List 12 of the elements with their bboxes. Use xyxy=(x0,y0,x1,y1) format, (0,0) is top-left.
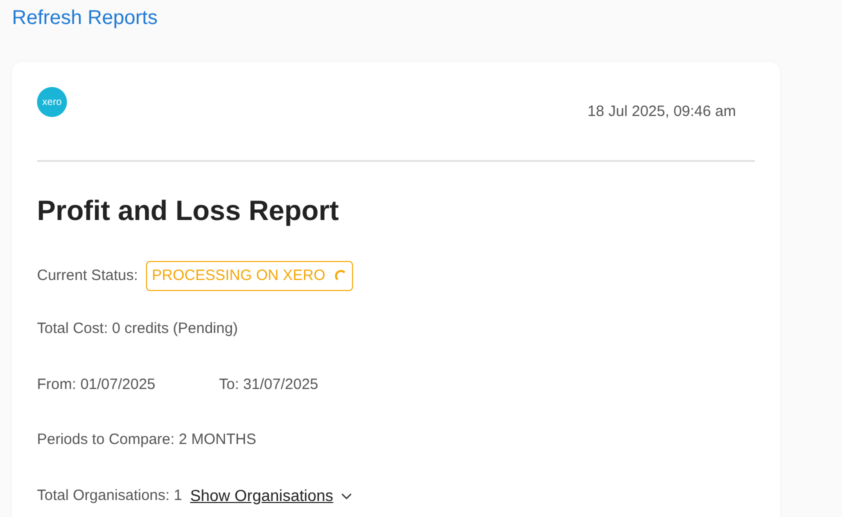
status-badge: PROCESSING ON XERO xyxy=(146,260,354,291)
timestamp: 18 Jul 2025, 09:46 am xyxy=(588,102,736,122)
total-cost-text: Total Cost: 0 credits (Pending) xyxy=(37,319,239,339)
report-title: Profit and Loss Report xyxy=(37,194,340,228)
periods-text: Periods to Compare: 2 MONTHS xyxy=(37,430,258,450)
status-label: Current Status: xyxy=(37,266,138,286)
from-date: From: 01/07/2025 xyxy=(37,374,156,394)
logo: xero xyxy=(37,87,67,117)
to-date: To: 31/07/2025 xyxy=(219,374,318,394)
show-organisations-link[interactable]: Show Organisations xyxy=(190,484,352,508)
organisations-count: Total Organisations: 1 xyxy=(37,486,182,506)
page-title: Refresh Reports xyxy=(12,6,159,31)
